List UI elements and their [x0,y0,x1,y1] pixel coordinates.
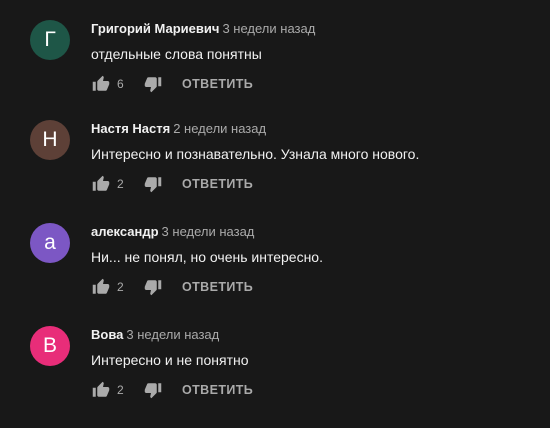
thumb-down-icon[interactable] [143,74,163,94]
comment-header: александр 3 недели назад [91,223,530,241]
like-count: 2 [117,383,124,397]
comment-body: александр 3 недели назад Ни... не понял, … [91,223,530,296]
comment-text: Интересно и познавательно. Узнала много … [91,146,420,162]
author-name[interactable]: Вова [91,327,123,342]
like-count: 2 [117,280,124,294]
like-count: 6 [117,77,124,91]
avatar[interactable]: Н [30,120,70,160]
thumb-down-icon[interactable] [143,174,163,194]
comment-time[interactable]: 3 недели назад [162,224,255,239]
thumb-up-icon[interactable] [91,277,111,297]
comment-time[interactable]: 3 недели назад [126,327,219,342]
author-name[interactable]: Григорий Мариевич [91,21,219,36]
comment-time[interactable]: 3 недели назад [222,21,315,36]
comment-header: Настя Настя 2 недели назад [91,120,530,138]
comment-actions: 2 ОТВЕТИТЬ [91,172,253,196]
avatar[interactable]: а [30,223,70,263]
author-name[interactable]: александр [91,224,159,239]
comment-item: В Вова 3 недели назад Интересно и не поня… [30,326,530,426]
comment-body: Григорий Мариевич 3 недели назад отдельны… [91,20,530,93]
thumb-down-icon[interactable] [143,380,163,400]
thumb-up-icon[interactable] [91,380,111,400]
comment-actions: 2 ОТВЕТИТЬ [91,378,253,402]
thumb-up-icon[interactable] [91,74,111,94]
comment-header: Вова 3 недели назад [91,326,530,344]
thumb-down-icon[interactable] [143,277,163,297]
reply-button[interactable]: ОТВЕТИТЬ [182,275,253,299]
comment-header: Григорий Мариевич 3 недели назад [91,20,530,38]
comment-time[interactable]: 2 недели назад [173,121,266,136]
like-count: 2 [117,177,124,191]
reply-button[interactable]: ОТВЕТИТЬ [182,172,253,196]
reply-button[interactable]: ОТВЕТИТЬ [182,72,253,96]
comment-item: а александр 3 недели назад Ни... не понял… [30,223,530,323]
avatar[interactable]: В [30,326,70,366]
comment-item: Г Григорий Мариевич 3 недели назад отдель… [30,20,530,120]
comment-text: Интересно и не понятно [91,352,249,368]
comment-body: Вова 3 недели назад Интересно и не понятн… [91,326,530,399]
comment-actions: 6 ОТВЕТИТЬ [91,72,253,96]
reply-button[interactable]: ОТВЕТИТЬ [182,378,253,402]
avatar[interactable]: Г [30,20,70,60]
comment-item: Н Настя Настя 2 недели назад Интересно и … [30,120,530,220]
comment-text: Ни... не понял, но очень интересно. [91,249,323,265]
comment-text: отдельные слова понятны [91,46,262,62]
comment-actions: 2 ОТВЕТИТЬ [91,275,253,299]
comment-body: Настя Настя 2 недели назад Интересно и по… [91,120,530,193]
author-name[interactable]: Настя Настя [91,121,170,136]
thumb-up-icon[interactable] [91,174,111,194]
